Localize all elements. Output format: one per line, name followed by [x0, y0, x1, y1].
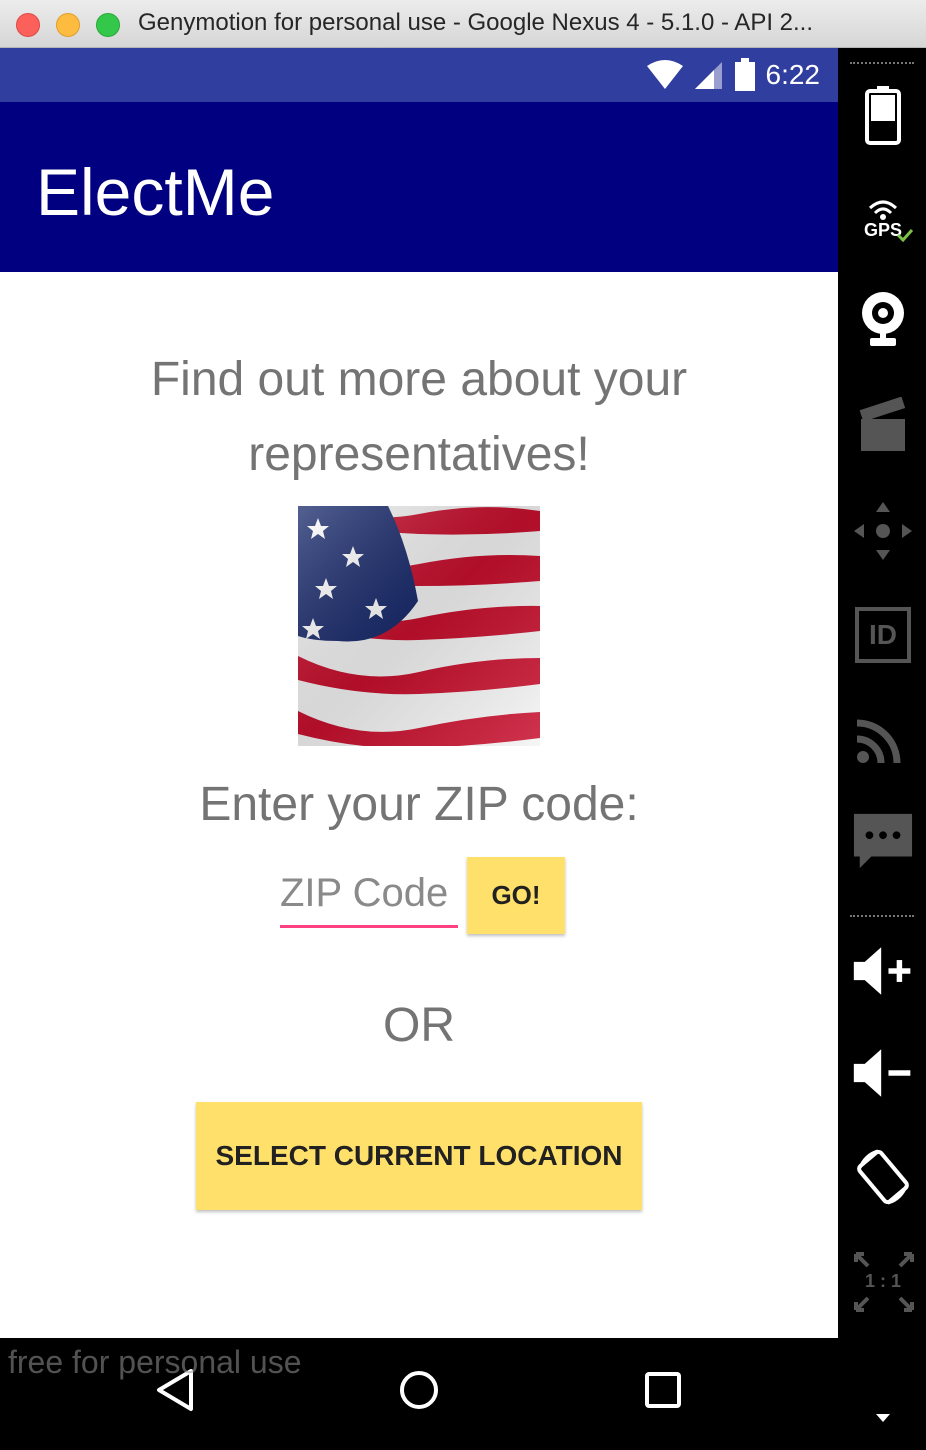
battery-icon — [865, 86, 901, 145]
panel-divider — [850, 62, 914, 64]
recents-icon — [645, 1372, 681, 1408]
volume-up-button[interactable] — [852, 940, 914, 1002]
identifiers-widget-button[interactable]: ID — [852, 604, 914, 666]
back-button[interactable] — [145, 1360, 205, 1420]
window-titlebar: Genymotion for personal use - Google Nex… — [0, 0, 926, 48]
sms-icon — [853, 813, 913, 869]
status-time: 6:22 — [765, 59, 821, 90]
volume-up-icon — [853, 947, 911, 995]
scale-label: 1 : 1 — [864, 1270, 902, 1291]
main-content: Find out more about your representatives… — [0, 272, 838, 1338]
cast-icon — [856, 719, 901, 764]
us-flag-image — [298, 506, 540, 746]
rotate-button[interactable] — [852, 1146, 914, 1208]
window-title: Genymotion for personal use - Google Nex… — [138, 9, 814, 36]
zip-label: Enter your ZIP code: — [199, 778, 639, 831]
navigation-bar — [0, 1338, 838, 1448]
signal-icon — [694, 62, 722, 89]
status-bar: 6:22 — [0, 48, 838, 102]
battery-widget-button[interactable] — [852, 84, 914, 146]
home-icon — [400, 1371, 438, 1409]
or-label: OR — [383, 999, 455, 1052]
sms-widget-button[interactable] — [852, 810, 914, 872]
emulator-screen: 6:22 ElectMe Find out more about your re… — [0, 48, 838, 1448]
capture-widget-button[interactable] — [852, 394, 914, 456]
window-minimize-button[interactable] — [56, 13, 80, 37]
panel-collapse-icon[interactable] — [876, 1414, 890, 1424]
recents-button[interactable] — [633, 1360, 693, 1420]
battery-icon — [734, 58, 755, 91]
dpad-widget-button[interactable] — [852, 500, 914, 562]
home-button[interactable] — [389, 1360, 449, 1420]
volume-down-button[interactable] — [852, 1042, 914, 1104]
panel-divider — [850, 915, 914, 917]
identifiers-icon: ID — [855, 607, 911, 663]
go-button[interactable]: GO! — [467, 857, 565, 934]
app-title: ElectMe — [36, 155, 275, 229]
capture-icon — [859, 397, 906, 451]
dpad-icon — [854, 502, 912, 560]
scale-button[interactable]: 1 : 1 — [852, 1250, 914, 1312]
cast-widget-button[interactable] — [852, 706, 914, 768]
volume-down-icon — [853, 1049, 911, 1097]
app-bar: ElectMe — [0, 102, 838, 272]
window-zoom-button[interactable] — [96, 13, 120, 37]
rotate-icon — [857, 1149, 909, 1205]
checkmark-icon — [896, 228, 914, 242]
select-current-location-button[interactable]: SELECT CURRENT LOCATION — [196, 1102, 642, 1210]
zip-input[interactable] — [280, 862, 458, 928]
webcam-widget-button[interactable] — [852, 288, 914, 350]
headline: Find out more about your representatives… — [150, 353, 688, 481]
window-close-button[interactable] — [16, 13, 40, 37]
gps-widget-button[interactable]: GPS — [852, 188, 914, 250]
webcam-icon — [862, 292, 904, 346]
id-label: ID — [869, 619, 897, 650]
back-icon — [157, 1369, 193, 1411]
gps-icon — [868, 200, 898, 220]
wifi-icon — [646, 60, 683, 89]
genymotion-side-panel: GPS ID 1: 1 — [838, 48, 926, 1450]
